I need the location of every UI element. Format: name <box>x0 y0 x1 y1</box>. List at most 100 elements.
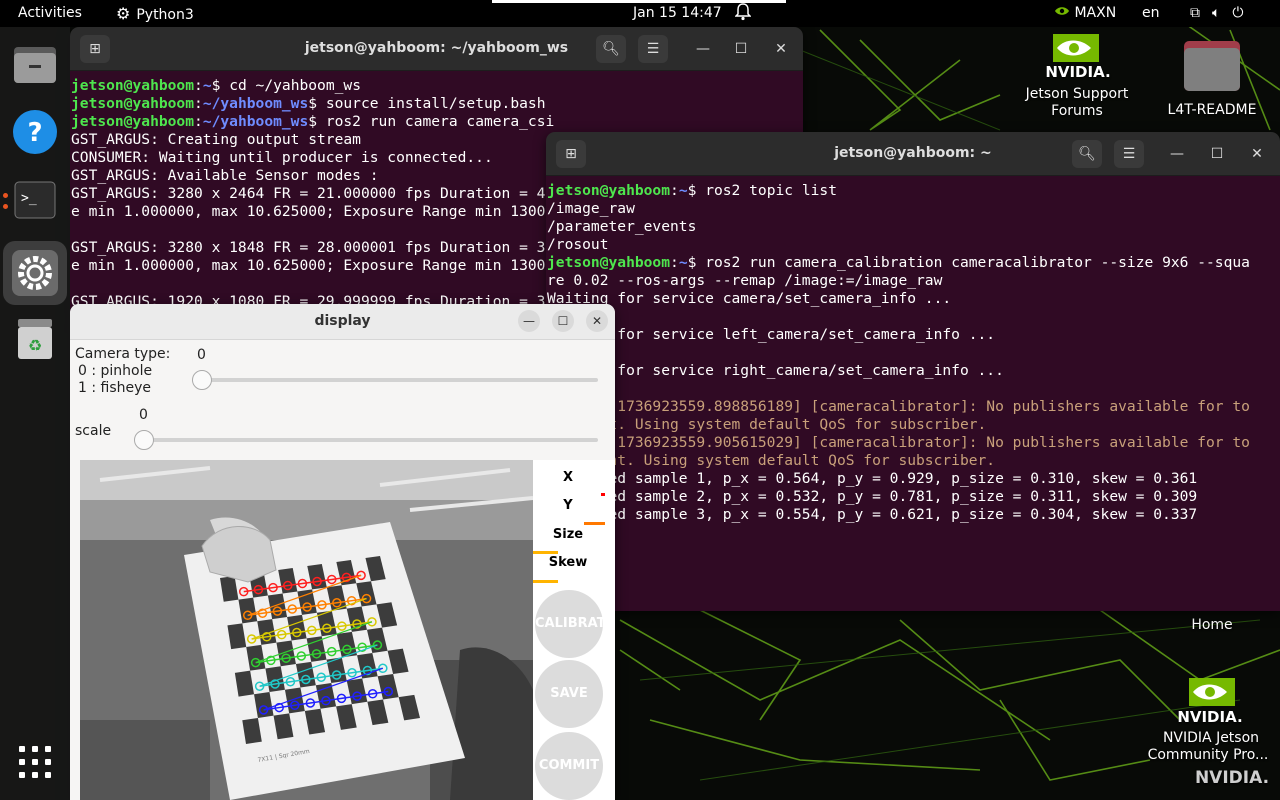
system-menu[interactable]: ⧉ 🔈︎ ⏻ <box>1190 5 1255 22</box>
show-apps-button[interactable] <box>10 737 60 787</box>
command-text: ros2 run camera camera_csi <box>325 113 555 130</box>
terminal-line: pic right. Using system default QoS for … <box>547 452 1280 470</box>
dock-terminal[interactable]: >_ <box>10 175 60 225</box>
terminal-line: jetson@yahboom:~$ cd ~/yahboom_ws <box>71 77 803 95</box>
output-text: *** Added sample 3, p_x = 0.554, p_y = 0… <box>547 506 1198 523</box>
maximize-icon: ☐ <box>1210 146 1224 162</box>
maximize-button[interactable]: ☐ <box>552 310 574 332</box>
minimize-button[interactable]: — <box>688 35 718 63</box>
camera-type-slider-handle[interactable] <box>192 370 212 390</box>
terminal-line: /image_raw <box>547 200 1280 218</box>
desktop-icon-label: Community Pro... <box>1147 747 1269 763</box>
prompt-path: ~ <box>678 182 688 199</box>
dock-files[interactable] <box>10 39 60 89</box>
gear-icon: ⚙ <box>116 4 131 23</box>
close-button[interactable]: ✕ <box>1242 140 1272 168</box>
warning-text: [WARN] [1736923559.905615029] [cameracal… <box>547 434 1250 451</box>
menu-button[interactable]: ☰ <box>1114 140 1144 168</box>
terminal-line: [WARN] [1736923559.898856189] [cameracal… <box>547 398 1280 416</box>
display-window[interactable]: display — ☐ ✕ Camera type: 0 : pinhole 1… <box>70 304 615 800</box>
output-text: CONSUMER: Waiting until producer is conn… <box>71 149 493 166</box>
search-button[interactable]: 🔍︎ <box>1072 140 1102 168</box>
terminal-titlebar[interactable]: ⊞ jetson@yahboom: ~ 🔍︎ ☰ — ☐ ✕ <box>546 132 1280 176</box>
close-button[interactable]: ✕ <box>586 310 608 332</box>
camera-type-slider[interactable] <box>200 378 598 382</box>
activities-button[interactable]: Activities <box>18 5 82 22</box>
close-icon: ✕ <box>591 314 603 328</box>
terminal-line: jetson@yahboom:~/yahboom_ws$ ros2 run ca… <box>71 113 803 131</box>
terminal-line: /rosout <box>547 236 1280 254</box>
size-progress-label: Size <box>552 527 584 542</box>
maximize-button[interactable]: ☐ <box>726 35 756 63</box>
power-mode-indicator[interactable]: MAXN <box>1054 5 1116 22</box>
notification-bell-icon[interactable] <box>734 3 752 26</box>
output-text: /rosout <box>547 236 609 253</box>
camera-type-label: Camera type: <box>75 346 171 362</box>
output-text: Waiting for service right_camera/set_cam… <box>547 362 1004 379</box>
warning-text: [WARN] [1736923559.898856189] [cameracal… <box>547 398 1250 415</box>
save-button[interactable]: SAVE <box>535 660 603 728</box>
dock-trash[interactable]: ♻ <box>10 315 60 365</box>
option-pinhole: 0 : pinhole <box>78 363 153 379</box>
minimize-button[interactable]: — <box>1162 140 1192 168</box>
prompt-user: jetson@yahboom <box>71 113 195 130</box>
language-indicator[interactable]: en <box>1142 5 1160 22</box>
calibration-panel: X Y Size Skew CALIBRATE SAVE COMMIT <box>533 460 615 800</box>
prompt-user: jetson@yahboom <box>71 77 195 94</box>
prompt-user: jetson@yahboom <box>71 95 195 112</box>
terminal-window-home[interactable]: ⊞ jetson@yahboom: ~ 🔍︎ ☰ — ☐ ✕ jetson@ya… <box>546 132 1280 611</box>
clock[interactable]: Jan 15 14:47 <box>633 5 722 22</box>
maximize-button[interactable]: ☐ <box>1202 140 1232 168</box>
scale-slider[interactable] <box>142 438 598 442</box>
desktop-icon-logo-text: NVIDIA. <box>1045 63 1111 81</box>
minimize-button[interactable]: — <box>518 310 540 332</box>
close-icon: ✕ <box>775 41 787 57</box>
skew-progress-bar <box>533 551 558 554</box>
dock-settings[interactable] <box>3 241 67 305</box>
calibrate-button[interactable]: CALIBRATE <box>535 590 614 658</box>
terminal-line: /parameter_events <box>547 218 1280 236</box>
prompt-separator: : <box>194 95 203 112</box>
display-titlebar[interactable]: display — ☐ ✕ <box>70 304 615 340</box>
search-icon: 🔍︎ <box>1078 146 1096 162</box>
skew-progress-label: Skew <box>548 555 588 570</box>
terminal-line: Waiting for service camera/set_camera_in… <box>547 290 1280 308</box>
search-button[interactable]: 🔍︎ <box>596 35 626 63</box>
command-text: cd ~/yahboom_ws <box>229 77 361 94</box>
terminal-line: Waiting for service right_camera/set_cam… <box>547 362 1280 380</box>
terminal-line: re 0.02 --ros-args --remap /image:=/imag… <box>547 272 1280 290</box>
trash-icon: ♻ <box>18 319 52 359</box>
power-mode-label: MAXN <box>1074 5 1117 21</box>
settings-icon <box>12 250 58 296</box>
nvidia-eye-icon <box>1055 7 1069 15</box>
output-text: GST_ARGUS: Available Sensor modes : <box>71 167 379 184</box>
scale-label: scale <box>75 423 112 439</box>
output-text: re 0.02 --ros-args --remap /image:=/imag… <box>547 272 943 289</box>
terminal-line: [WARN] [1736923559.905615029] [cameracal… <box>547 434 1280 452</box>
terminal-titlebar[interactable]: ⊞ jetson@yahboom: ~/yahboom_ws 🔍︎ ☰ — ☐ … <box>70 27 803 71</box>
top-bar: Activities ⚙ Python3 Jan 15 14:47 MAXN en… <box>0 0 1280 27</box>
scale-value: 0 <box>139 407 148 423</box>
output-text: *** Added sample 2, p_x = 0.532, p_y = 0… <box>547 488 1198 505</box>
x-progress-label: X <box>562 470 574 485</box>
prompt-separator: : <box>194 77 203 94</box>
prompt-path: ~ <box>202 77 212 94</box>
terminal-output[interactable]: jetson@yahboom:~$ ros2 topic list/image_… <box>546 176 1280 611</box>
menu-button[interactable]: ☰ <box>638 35 668 63</box>
prompt-separator: : <box>670 182 679 199</box>
minimize-icon: — <box>523 314 535 328</box>
size-progress-bar <box>584 522 605 525</box>
prompt-symbol: $ <box>687 254 706 271</box>
minimize-icon: — <box>1170 146 1184 162</box>
close-button[interactable]: ✕ <box>766 35 796 63</box>
commit-button[interactable]: COMMIT <box>535 732 603 800</box>
terminal-line: *** Added sample 3, p_x = 0.554, p_y = 0… <box>547 506 1280 524</box>
y-progress-bar <box>601 493 605 496</box>
prompt-user: jetson@yahboom <box>547 182 671 199</box>
scale-slider-handle[interactable] <box>134 430 154 450</box>
app-menu[interactable]: ⚙ Python3 <box>116 5 194 24</box>
hamburger-icon: ☰ <box>646 41 660 57</box>
desktop-icon-home[interactable]: Home <box>1180 617 1244 634</box>
dock-help[interactable]: ? <box>10 107 60 157</box>
prompt-user: jetson@yahboom <box>547 254 671 271</box>
